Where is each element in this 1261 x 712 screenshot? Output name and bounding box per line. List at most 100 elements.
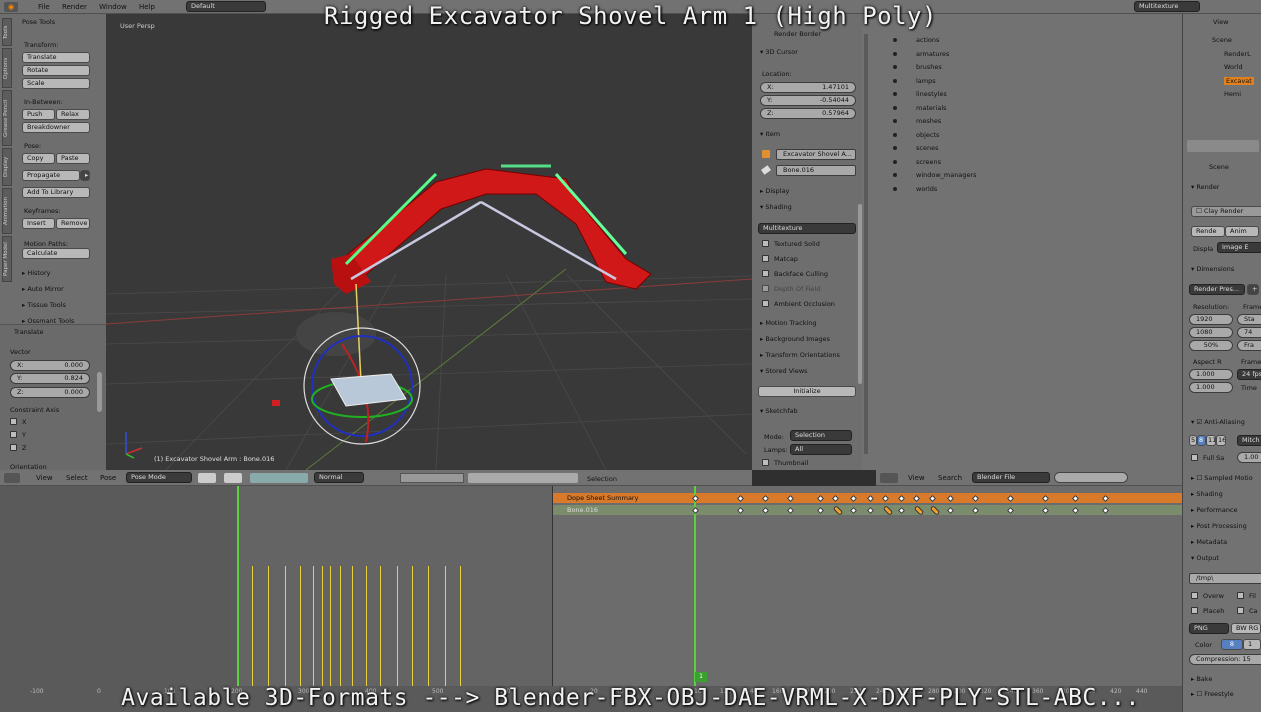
full-sample-checkbox[interactable] [1191, 454, 1198, 461]
vector-x-field[interactable]: X: 0.000 [10, 360, 90, 371]
outliner-expand-icon[interactable] [893, 78, 897, 83]
snap-buttons[interactable] [468, 473, 578, 483]
cache-checkbox[interactable] [1237, 607, 1244, 614]
manipulator-icons[interactable] [250, 473, 308, 483]
insert-keyframe-button[interactable]: Insert [22, 218, 55, 229]
outliner-expand-icon[interactable] [893, 38, 897, 42]
outliner-item-objects[interactable]: objects [916, 131, 939, 139]
sketchfab-lamps-select[interactable]: All [790, 444, 852, 455]
outliner-item-materials[interactable]: materials [916, 104, 947, 112]
performance-header[interactable]: ▸ Performance [1191, 506, 1238, 514]
outliner-expand-icon[interactable] [893, 119, 897, 123]
tab-options[interactable]: Options [2, 48, 12, 88]
cursor-z-field[interactable]: Z: 0.57964 [760, 108, 856, 119]
thumbnail-checkbox[interactable] [762, 459, 769, 466]
outliner-item-linestyles[interactable]: linestyles [916, 90, 947, 98]
scale-button[interactable]: Scale [22, 78, 90, 89]
outliner-item-brushes[interactable]: brushes [916, 63, 942, 71]
shading-panel-header[interactable]: ▸ Shading [1191, 490, 1223, 498]
render-panel-header[interactable]: ▾ Render [1191, 183, 1219, 191]
outliner-item-window-managers[interactable]: window_managers [916, 171, 977, 179]
vector-z-field[interactable]: Z: 0.000 [10, 387, 90, 398]
editor-type-icon[interactable] [4, 473, 20, 483]
outliner-item-armatures[interactable]: armatures [916, 50, 949, 58]
tissue-tools-panel[interactable]: ▸ Tissue Tools [22, 301, 66, 309]
pivot-icon[interactable] [224, 473, 242, 483]
menu-select[interactable]: Select [66, 474, 88, 482]
background-images-header[interactable]: ▸ Background Images [760, 335, 830, 343]
outliner-expand-icon[interactable] [893, 146, 897, 150]
placeholders-checkbox[interactable] [1191, 607, 1198, 614]
color-mode-bw[interactable]: BW RG [1231, 623, 1261, 634]
shading-mode-select[interactable]: Multitexture [758, 223, 856, 234]
tree-excavator[interactable]: Excavat [1224, 77, 1254, 85]
output-path-field[interactable]: /tmp\ [1189, 573, 1261, 584]
3d-viewport[interactable]: User Persp (1) Excavator Shovel Arm : Bo… [106, 14, 752, 470]
outliner-expand-icon[interactable] [893, 105, 897, 110]
tool-shelf-scrollbar[interactable] [97, 372, 102, 412]
outliner-expand-icon[interactable] [893, 92, 897, 96]
resolution-y-field[interactable]: 1080 [1189, 327, 1233, 338]
compression-field[interactable]: Compression: 15 [1189, 654, 1261, 665]
outliner-search-menu[interactable]: Search [938, 474, 962, 482]
color-depth-16[interactable]: 1 [1243, 639, 1261, 650]
backface-culling-checkbox[interactable] [762, 270, 769, 277]
bone-name-field[interactable]: Bone.016 [776, 165, 856, 176]
menu-view[interactable]: View [36, 474, 53, 482]
tab-display[interactable]: Display [2, 148, 12, 186]
outliner-expand-icon[interactable] [893, 132, 897, 137]
orientation-select[interactable]: Normal [314, 472, 364, 483]
file-extensions-checkbox[interactable] [1237, 592, 1244, 599]
aa-samples-5[interactable]: 5 [1189, 435, 1197, 446]
file-format-select[interactable]: PNG [1189, 623, 1229, 634]
frame-step-field[interactable]: Fra [1237, 340, 1261, 351]
motion-tracking-header[interactable]: ▸ Motion Tracking [760, 319, 817, 327]
add-to-library-button[interactable]: Add To Library [22, 187, 90, 198]
outliner-expand-icon[interactable] [893, 65, 897, 69]
display-select[interactable]: Image E [1217, 242, 1261, 253]
auto-mirror-panel[interactable]: ▸ Auto Mirror [22, 285, 64, 293]
outliner-item-lamps[interactable]: lamps [916, 77, 936, 85]
outliner-expand-icon[interactable] [893, 186, 897, 191]
add-preset-button[interactable]: + [1247, 284, 1259, 295]
sketchfab-header[interactable]: ▾ Sketchfab [760, 407, 798, 415]
outliner-expand-icon[interactable] [893, 51, 897, 56]
graph-editor[interactable] [0, 486, 552, 686]
aa-filter-select[interactable]: Mitch [1237, 435, 1261, 446]
ambient-occlusion-checkbox[interactable] [762, 300, 769, 307]
aa-samples-16[interactable]: 16 [1216, 435, 1226, 446]
tab-grease-pencil[interactable]: Grease Pencil [2, 90, 12, 146]
initialize-button[interactable]: Initialize [758, 386, 856, 397]
propagate-menu-button[interactable]: ▸ [80, 170, 90, 181]
constraint-z-checkbox[interactable] [10, 444, 17, 451]
tab-paper-model[interactable]: Paper Model [2, 236, 12, 282]
breakdowner-button[interactable]: Breakdowner [22, 122, 90, 133]
aa-samples-8[interactable]: 8 [1197, 435, 1206, 446]
push-button[interactable]: Push [22, 109, 55, 120]
aspect-y-field[interactable]: 1.000 [1189, 382, 1233, 393]
outliner-item-actions[interactable]: actions [916, 36, 939, 44]
copy-button[interactable]: Copy [22, 153, 55, 164]
tree-hemi[interactable]: Hemi [1224, 90, 1241, 98]
resolution-percent-field[interactable]: 50% [1189, 340, 1233, 351]
tree-renderlayers[interactable]: RenderL [1224, 50, 1251, 58]
propagate-button[interactable]: Propagate [22, 170, 80, 181]
metadata-header[interactable]: ▸ Metadata [1191, 538, 1227, 546]
outliner-editor-icon[interactable] [880, 473, 898, 483]
frame-end-field[interactable]: 74 [1237, 327, 1261, 338]
clay-render-button[interactable]: ☐ Clay Render [1191, 206, 1261, 217]
constraint-y-checkbox[interactable] [10, 431, 17, 438]
translate-operator-header[interactable]: Translate [14, 328, 44, 336]
sketchfab-mode-select[interactable]: Selection [790, 430, 852, 441]
outliner-view-menu[interactable]: View [908, 474, 925, 482]
overwrite-checkbox[interactable] [1191, 592, 1198, 599]
constraint-x-checkbox[interactable] [10, 418, 17, 425]
anti-aliasing-header[interactable]: ▾ ☑ Anti-Aliasing [1191, 418, 1245, 426]
frame-start-field[interactable]: Sta [1237, 314, 1261, 325]
menu-pose[interactable]: Pose [100, 474, 116, 482]
matcap-checkbox[interactable] [762, 255, 769, 262]
mode-select[interactable]: Pose Mode [126, 472, 192, 483]
transform-orientations-header[interactable]: ▸ Transform Orientations [760, 351, 840, 359]
outliner-item-screens[interactable]: screens [916, 158, 941, 166]
output-header[interactable]: ▾ Output [1191, 554, 1219, 562]
